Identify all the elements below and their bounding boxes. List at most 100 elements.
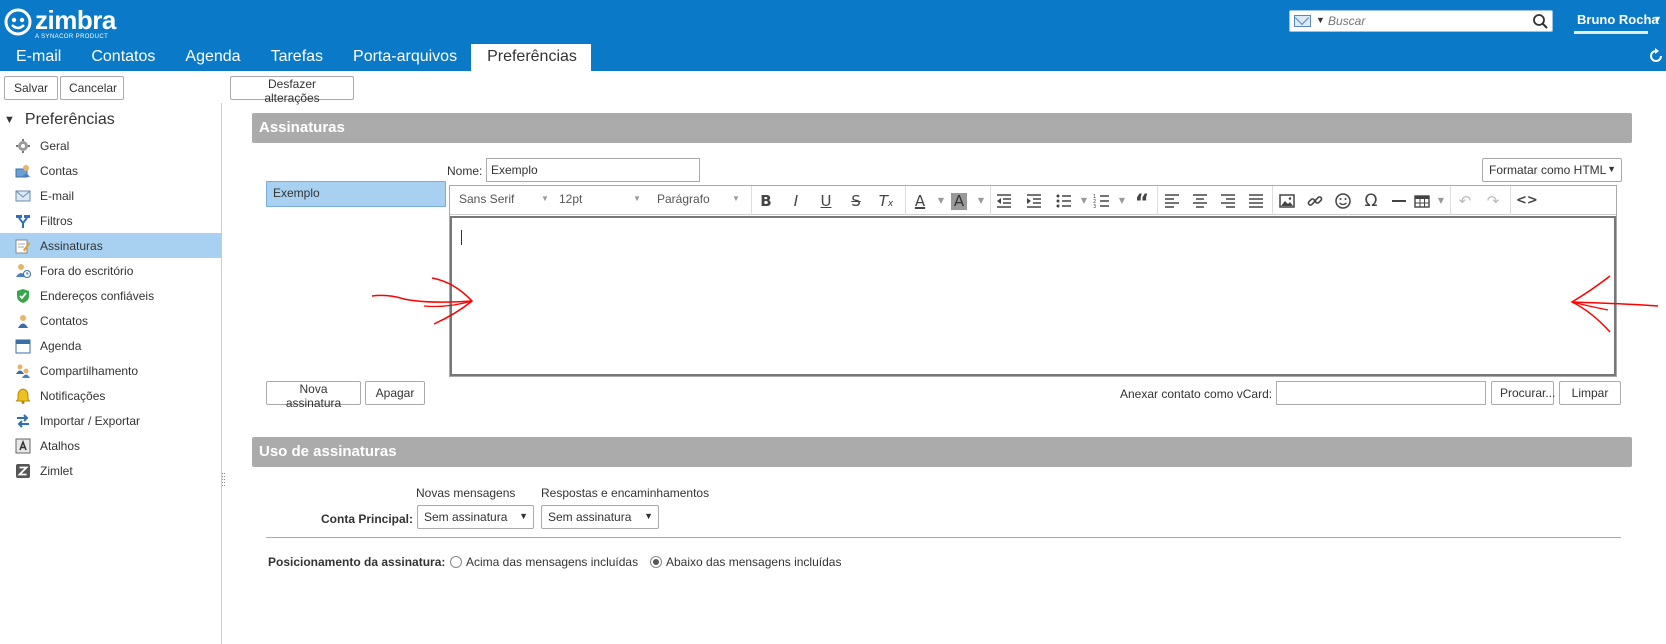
chevron-down-icon: ▼ <box>732 194 740 203</box>
align-right-icon[interactable] <box>1219 191 1237 211</box>
delete-signature-button[interactable]: Apagar <box>365 381 425 405</box>
user-menu-dropdown-icon[interactable]: ▼ <box>1653 14 1662 24</box>
tab-calendar[interactable]: Agenda <box>169 44 254 71</box>
blockquote-icon[interactable]: “ <box>1133 191 1151 216</box>
sidebar-item-filters[interactable]: Filtros <box>0 208 221 233</box>
sidebar-item-label: Geral <box>40 138 70 153</box>
sidebar-item-email[interactable]: E-mail <box>0 183 221 208</box>
vcard-input[interactable] <box>1276 381 1486 405</box>
sidebar-item-out-of-office[interactable]: Fora do escritório <box>0 258 221 283</box>
signature-editor-body[interactable] <box>450 216 1616 376</box>
new-messages-signature-select[interactable]: Sem assinatura ▼ <box>417 505 534 529</box>
clear-format-icon[interactable]: Tx <box>877 191 895 211</box>
chevron-down-icon[interactable]: ▼ <box>1113 191 1131 211</box>
radio-above-label[interactable]: Acima das mensagens incluídas <box>466 555 638 569</box>
sidebar-item-signatures[interactable]: Assinaturas <box>0 233 221 258</box>
save-button[interactable]: Salvar <box>4 76 58 100</box>
search-input[interactable] <box>1328 13 1523 29</box>
search-type-dropdown-icon[interactable]: ▼ <box>1316 15 1325 25</box>
outdent-icon[interactable] <box>995 191 1013 211</box>
tab-preferences[interactable]: Preferências <box>471 44 591 71</box>
chevron-down-icon[interactable]: ▼ <box>932 191 950 211</box>
new-signature-button[interactable]: Nova assinatura <box>266 381 361 410</box>
preferences-tree-header[interactable]: ▼ Preferências <box>4 111 115 129</box>
align-left-icon[interactable] <box>1163 191 1181 211</box>
bold-icon[interactable]: B <box>757 191 775 211</box>
undo-changes-button[interactable]: Desfazer alterações <box>230 76 354 105</box>
insert-image-icon[interactable] <box>1278 191 1296 211</box>
sidebar-item-general[interactable]: Geral <box>0 133 221 158</box>
numbered-list-icon[interactable]: 123 <box>1093 191 1111 211</box>
divider <box>266 537 1621 538</box>
sidebar-item-notifications[interactable]: Notificações <box>0 383 221 408</box>
brand-tagline: A SYNACOR PRODUCT <box>35 34 109 40</box>
sidebar-item-contacts[interactable]: Contatos <box>0 308 221 333</box>
radio-below-label[interactable]: Abaixo das mensagens incluídas <box>666 555 841 569</box>
highlight-color-icon[interactable]: A <box>951 193 967 210</box>
font-size-select[interactable]: 12pt ▼ <box>559 192 641 206</box>
mail-type-icon[interactable] <box>1294 15 1311 27</box>
browse-button[interactable]: Procurar... <box>1491 381 1555 405</box>
format-select[interactable]: Formatar como HTML ▼ <box>1482 158 1622 182</box>
accounts-icon <box>15 164 30 177</box>
underline-icon[interactable]: U <box>817 191 835 211</box>
redo-icon[interactable]: ↷ <box>1484 191 1502 211</box>
format-select-value: Formatar como HTML <box>1489 163 1607 177</box>
gear-icon <box>16 138 30 153</box>
bullet-list-icon[interactable] <box>1055 191 1073 211</box>
text-color-icon[interactable]: A <box>911 191 929 211</box>
user-menu[interactable]: Bruno Rocha <box>1577 12 1659 27</box>
align-center-icon[interactable] <box>1191 191 1209 211</box>
refresh-icon[interactable] <box>1647 47 1665 65</box>
sidebar-item-sharing[interactable]: Compartilhamento <box>0 358 221 383</box>
undo-icon[interactable]: ↶ <box>1456 191 1474 211</box>
source-code-icon[interactable]: <> <box>1516 191 1538 211</box>
radio-below-included[interactable] <box>650 556 662 568</box>
signature-name-input[interactable] <box>486 158 700 182</box>
insert-link-icon[interactable] <box>1306 191 1324 211</box>
toolbar-separator <box>1272 186 1273 215</box>
block-format-select[interactable]: Parágrafo ▼ <box>657 192 740 206</box>
strikethrough-icon[interactable]: S <box>847 191 865 211</box>
tab-email[interactable]: E-mail <box>0 44 75 71</box>
chevron-down-icon[interactable]: ▼ <box>1075 191 1093 211</box>
tab-contacts[interactable]: Contatos <box>75 44 169 71</box>
sidebar-item-shortcuts[interactable]: Atalhos <box>0 433 221 458</box>
sidebar-resize-handle[interactable] <box>222 473 225 487</box>
sidebar-item-label: Fora do escritório <box>40 263 134 278</box>
sidebar-item-zimlet[interactable]: Zimlet <box>0 458 221 483</box>
tab-briefcase[interactable]: Porta-arquivos <box>337 44 471 71</box>
replies-signature-select[interactable]: Sem assinatura ▼ <box>541 505 659 529</box>
sidebar-item-accounts[interactable]: Contas <box>0 158 221 183</box>
sidebar-item-trusted-addresses[interactable]: Endereços confiáveis <box>0 283 221 308</box>
horizontal-rule-icon[interactable] <box>1390 191 1408 211</box>
zimbra-logo[interactable]: zimbra A SYNACOR PRODUCT <box>3 7 116 40</box>
chevron-down-icon[interactable]: ▼ <box>1432 191 1450 211</box>
sidebar-item-label: Atalhos <box>40 438 81 453</box>
search-icon[interactable] <box>1531 12 1549 30</box>
indent-icon[interactable] <box>1025 191 1043 211</box>
new-messages-signature-value: Sem assinatura <box>424 510 508 524</box>
collapse-triangle-icon[interactable]: ▼ <box>4 114 15 126</box>
table-icon[interactable] <box>1413 191 1431 211</box>
radio-above-included[interactable] <box>450 556 462 568</box>
chevron-down-icon: ▼ <box>644 511 653 521</box>
sidebar-item-import-export[interactable]: Importar / Exportar <box>0 408 221 433</box>
align-justify-icon[interactable] <box>1247 191 1265 211</box>
emoticon-icon[interactable] <box>1334 191 1352 211</box>
font-family-value: Sans Serif <box>459 192 515 206</box>
font-family-select[interactable]: Sans Serif ▼ <box>459 192 549 206</box>
italic-icon[interactable]: I <box>787 191 805 211</box>
tab-tasks[interactable]: Tarefas <box>255 44 337 71</box>
signature-list-item[interactable]: Exemplo <box>266 181 446 207</box>
special-character-icon[interactable]: Ω <box>1362 191 1380 211</box>
clear-button[interactable]: Limpar <box>1559 381 1621 405</box>
chevron-down-icon[interactable]: ▼ <box>972 191 990 211</box>
chevron-down-icon: ▼ <box>633 194 641 203</box>
cancel-button[interactable]: Cancelar <box>60 76 124 100</box>
toolbar-separator <box>1157 186 1158 215</box>
sidebar-item-label: Contatos <box>40 313 89 328</box>
sidebar-item-calendar[interactable]: Agenda <box>0 333 221 358</box>
replies-signature-value: Sem assinatura <box>548 510 632 524</box>
sidebar-item-label: E-mail <box>40 188 75 203</box>
